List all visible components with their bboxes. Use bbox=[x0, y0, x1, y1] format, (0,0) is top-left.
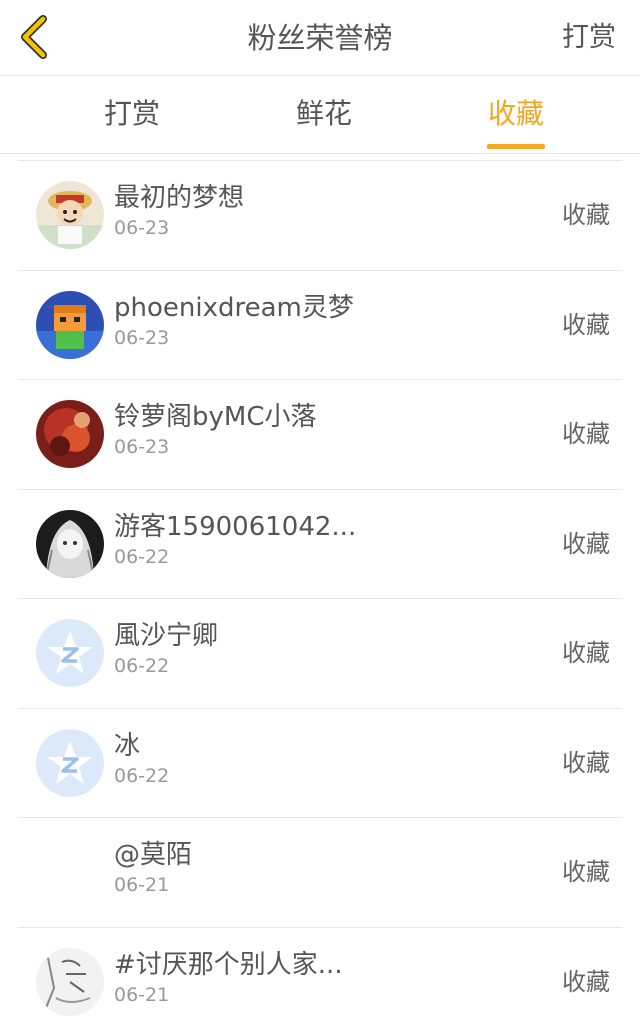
tab-favorites[interactable]: 收藏 bbox=[484, 76, 548, 154]
date-label: 06-21 bbox=[114, 874, 170, 896]
date-label: 06-23 bbox=[114, 217, 170, 239]
avatar[interactable] bbox=[36, 509, 104, 578]
action-label: 收藏 bbox=[562, 639, 610, 667]
user-name: 游客1590061042... bbox=[114, 511, 357, 542]
user-name: phoenixdream灵梦 bbox=[114, 292, 354, 323]
avatar[interactable] bbox=[36, 728, 104, 797]
list-item[interactable]: 風沙宁卿 06-22 收藏 bbox=[18, 598, 622, 708]
avatar[interactable] bbox=[36, 290, 104, 359]
avatar[interactable] bbox=[36, 838, 104, 906]
date-label: 06-23 bbox=[114, 436, 170, 458]
date-label: 06-21 bbox=[114, 983, 170, 1006]
date-label: 06-22 bbox=[114, 655, 170, 677]
list-item[interactable]: 冰 06-22 收藏 bbox=[18, 707, 622, 818]
action-label: 收藏 bbox=[562, 201, 610, 229]
tab-bar: 打赏 鲜花 收藏 bbox=[0, 76, 640, 154]
fan-list: 最初的梦想 06-23 收藏 phoenixdream灵梦 06-23 收藏 铃… bbox=[0, 160, 640, 1027]
top-bar: 粉丝荣誉榜 打赏 bbox=[0, 0, 640, 76]
active-tab-indicator bbox=[487, 144, 545, 149]
tab-flowers[interactable]: 鲜花 bbox=[292, 76, 356, 154]
tab-label: 鲜花 bbox=[295, 97, 352, 130]
list-item[interactable]: 铃萝阁byMC小落 06-23 收藏 bbox=[18, 379, 622, 489]
action-label: 收藏 bbox=[562, 858, 610, 886]
action-label: 收藏 bbox=[562, 967, 610, 996]
list-item[interactable]: #讨厌那个别人家... 06-21 收藏 bbox=[18, 926, 622, 1027]
date-label: 06-23 bbox=[114, 326, 170, 349]
back-button[interactable] bbox=[14, 14, 54, 60]
date-label: 06-22 bbox=[114, 764, 170, 787]
user-name: @莫陌 bbox=[114, 840, 193, 870]
star-icon bbox=[36, 619, 104, 687]
user-name: 铃萝阁byMC小落 bbox=[114, 402, 317, 432]
action-label: 收藏 bbox=[562, 529, 610, 558]
user-name: #讨厌那个别人家... bbox=[114, 949, 343, 980]
user-name: 最初的梦想 bbox=[114, 183, 245, 213]
star-icon bbox=[36, 728, 104, 797]
date-label: 06-22 bbox=[114, 545, 170, 568]
avatar[interactable] bbox=[36, 400, 104, 468]
list-item[interactable]: 游客1590061042... 06-22 收藏 bbox=[18, 488, 622, 599]
list-item[interactable]: phoenixdream灵梦 06-23 收藏 bbox=[18, 269, 622, 380]
reward-button[interactable]: 打赏 bbox=[562, 0, 616, 76]
tab-label: 收藏 bbox=[487, 97, 544, 130]
action-label: 收藏 bbox=[562, 420, 610, 448]
user-name: 冰 bbox=[114, 730, 141, 761]
action-label: 收藏 bbox=[562, 748, 610, 777]
tab-reward[interactable]: 打赏 bbox=[100, 76, 164, 154]
avatar[interactable] bbox=[36, 947, 104, 1016]
avatar[interactable] bbox=[36, 181, 104, 249]
list-item[interactable]: @莫陌 06-21 收藏 bbox=[18, 817, 622, 927]
page-title: 粉丝荣誉榜 bbox=[247, 21, 393, 55]
action-label: 收藏 bbox=[562, 310, 610, 339]
tab-label: 打赏 bbox=[103, 97, 160, 130]
user-name: 風沙宁卿 bbox=[114, 621, 219, 651]
avatar[interactable] bbox=[36, 619, 104, 687]
chevron-left-icon bbox=[21, 15, 47, 59]
list-item[interactable]: 最初的梦想 06-23 收藏 bbox=[18, 160, 622, 270]
